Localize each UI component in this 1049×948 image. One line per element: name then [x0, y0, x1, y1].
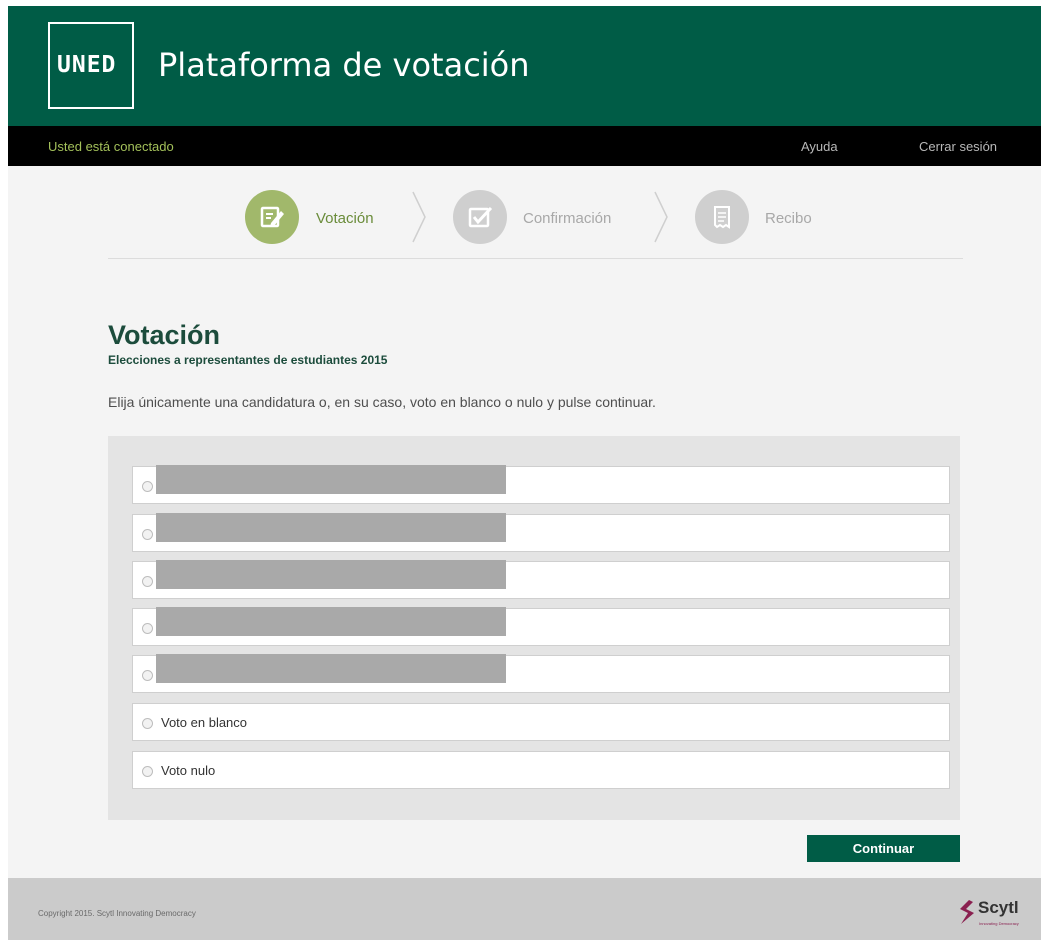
receipt-icon	[714, 206, 730, 229]
connection-status: Usted está conectado	[48, 139, 174, 154]
page-title: Votación	[108, 320, 221, 350]
option-radio[interactable]	[142, 529, 153, 540]
null-vote-label: Voto nulo	[161, 763, 216, 778]
app-title: Plataforma de votación	[158, 46, 530, 84]
uned-logo: UNED	[48, 22, 134, 109]
step-separator-chevron	[654, 191, 668, 243]
voting-instructions: Elija únicamente una candidatura o, en s…	[108, 394, 656, 410]
candidate-option-2[interactable]	[132, 513, 950, 552]
step-votacion-circle	[245, 190, 299, 244]
redacted-candidate-name	[156, 465, 506, 494]
candidate-option-5[interactable]	[132, 654, 950, 693]
uned-logo-text: UNED	[57, 52, 117, 78]
steps-divider	[108, 258, 963, 259]
ballot-options-panel: Voto en blanco Voto nulo	[108, 436, 960, 820]
main-content: Votación Confirmación Recibo Votación El…	[8, 166, 1041, 878]
option-radio[interactable]	[142, 481, 153, 492]
step-confirmacion-circle	[453, 190, 507, 244]
step-recibo-circle	[695, 190, 749, 244]
header-banner: UNED Plataforma de votación	[8, 6, 1041, 126]
redacted-candidate-name	[156, 654, 506, 683]
footer: Copyright 2015. Scytl Innovating Democra…	[8, 878, 1041, 940]
redacted-candidate-name	[156, 560, 506, 589]
step-votacion-label: Votación	[316, 210, 374, 227]
option-radio[interactable]	[142, 766, 153, 777]
candidate-option-1[interactable]	[132, 465, 950, 504]
top-bar: Usted está conectado Ayuda Cerrar sesión	[8, 126, 1041, 166]
election-subtitle: Elecciones a representantes de estudiant…	[108, 353, 388, 367]
blank-vote-label: Voto en blanco	[161, 715, 248, 730]
option-radio[interactable]	[142, 718, 153, 729]
option-radio[interactable]	[142, 576, 153, 587]
redacted-candidate-name	[156, 513, 506, 542]
help-link[interactable]: Ayuda	[801, 139, 838, 154]
candidate-option-3[interactable]	[132, 560, 950, 599]
check-box-icon	[468, 206, 493, 228]
step-recibo-label: Recibo	[765, 210, 812, 227]
candidate-option-4[interactable]	[132, 607, 950, 646]
copyright-text: Copyright 2015. Scytl Innovating Democra…	[38, 909, 196, 918]
blank-vote-option[interactable]: Voto en blanco	[132, 703, 950, 741]
continue-button[interactable]: Continuar	[807, 835, 960, 862]
option-radio[interactable]	[142, 670, 153, 681]
step-confirmacion-label: Confirmación	[523, 210, 612, 227]
step-separator-chevron	[412, 191, 426, 243]
scytl-logo: Scytl Innovating Democracy	[957, 897, 1037, 935]
ballot-edit-icon	[260, 206, 284, 228]
scytl-tagline: Innovating Democracy	[979, 921, 1019, 926]
scytl-brand-name: Scytl	[978, 898, 1019, 917]
null-vote-option[interactable]: Voto nulo	[132, 751, 950, 789]
logout-link[interactable]: Cerrar sesión	[919, 139, 997, 154]
scytl-mark-icon	[960, 900, 974, 924]
redacted-candidate-name	[156, 607, 506, 636]
option-radio[interactable]	[142, 623, 153, 634]
